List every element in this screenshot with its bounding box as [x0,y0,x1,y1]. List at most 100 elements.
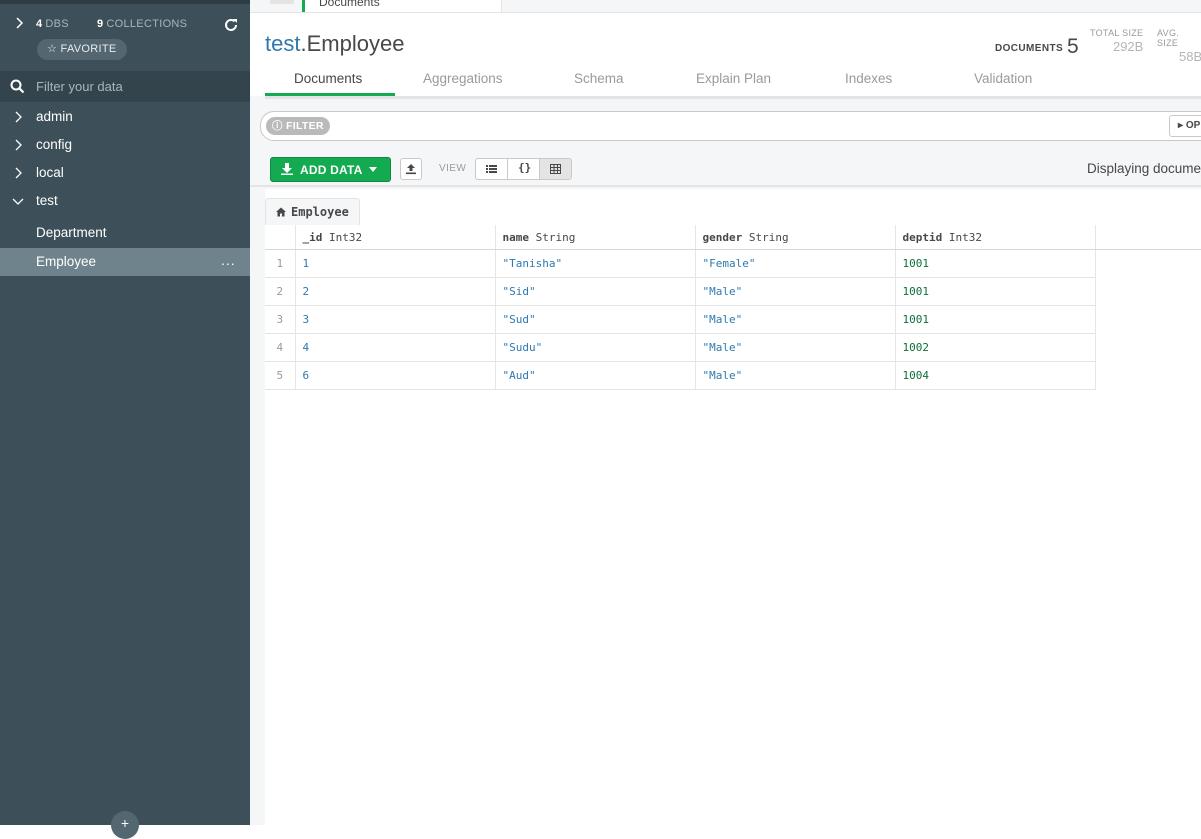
collection-label: Department [36,225,107,240]
cell-_id[interactable]: 6 [295,361,496,390]
cell-_id[interactable]: 4 [295,333,496,362]
documents-label: DOCUMENTS [995,43,1064,54]
cell-name[interactable]: "Aud" [495,361,696,390]
total-size-label: TOTAL SIZE [1090,28,1144,38]
cell-_id[interactable]: 3 [295,305,496,334]
total-size-stat: TOTAL SIZE 292B [1090,28,1143,54]
tab-validation[interactable]: Validation [974,71,1032,86]
cell-deptid[interactable]: 1001 [895,277,1096,306]
filter-your-data-input[interactable] [36,76,236,97]
main-panel: Documents test.Employee DOCUMENTS 5 TOTAL… [250,0,1201,825]
cell-gender[interactable]: "Female" [695,249,896,278]
workspace-tabstrip: Documents [250,0,1201,13]
collection-title: test.Employee [265,31,404,57]
export-collection-button[interactable] [400,158,422,180]
active-tab-indicator [265,93,395,96]
sidebar-top-divider [0,0,250,4]
options-label: OP [1185,120,1201,131]
column-name: name [502,230,530,244]
refresh-icon[interactable] [223,17,239,33]
cell-deptid[interactable]: 1001 [895,249,1096,278]
sidebar-filter [0,71,250,102]
filter-input[interactable] [331,116,1155,138]
caret-down-icon [369,167,377,172]
options-button[interactable]: ▸ OP [1169,115,1201,137]
tab-indexes[interactable]: Indexes [845,71,892,86]
column-type: String [748,230,789,244]
table-row[interactable]: 3 3 "Sud" "Male" 1001 [265,305,1096,334]
chevron-right-icon[interactable] [12,16,26,30]
cell-name[interactable]: "Sudu" [495,333,696,362]
sidebar-item-department[interactable]: Department [0,219,250,247]
table-row[interactable]: 4 4 "Sudu" "Male" 1002 [265,333,1096,362]
home-icon [276,207,286,217]
column-header-_id[interactable]: _id Int32 [295,225,496,250]
add-data-button[interactable]: ADD DATA [270,157,391,182]
column-type: Int32 [329,230,363,244]
table-row[interactable]: 1 1 "Tanisha" "Female" 1001 [265,249,1096,278]
cell-deptid[interactable]: 1001 [895,305,1096,334]
row-number-header [265,225,296,250]
sidebar-item-admin[interactable]: admin [0,103,250,131]
cell-deptid[interactable]: 1004 [895,361,1096,390]
cell-name[interactable]: "Tanisha" [495,249,696,278]
total-size-value: 292B [1112,39,1144,54]
tab-explain-plan[interactable]: Explain Plan [696,71,771,86]
column-type: Int32 [948,230,982,244]
cell-gender[interactable]: "Male" [695,361,896,390]
more-options-button[interactable]: ... [221,252,236,268]
cell-_id[interactable]: 2 [295,277,496,306]
sidebar-item-test[interactable]: test [0,187,250,215]
collections-label: COLLECTIONS [106,18,188,30]
sidebar-item-config[interactable]: config [0,131,250,159]
documents-toolbar: ADD DATA VIEW {} Displaying docume [250,151,1201,187]
table-row[interactable]: 2 2 "Sid" "Male" 1001 [265,277,1096,306]
documents-stat: DOCUMENTS 5 [995,33,1079,58]
tab-aggregations[interactable]: Aggregations [423,71,503,86]
cell-gender[interactable]: "Male" [695,333,896,362]
list-view-button[interactable] [475,158,508,180]
cell-deptid[interactable]: 1002 [895,333,1096,362]
chevron-right-icon [15,111,22,123]
database-label: config [36,137,73,152]
table-row[interactable]: 5 6 "Aud" "Male" 1004 [265,361,1096,390]
column-name: _id [302,230,323,244]
column-header-name[interactable]: name String [495,225,696,250]
dbs-count: 4 [36,18,43,30]
create-database-button[interactable]: + [111,811,139,839]
tab-schema[interactable]: Schema [574,71,624,86]
row-number: 4 [265,333,296,362]
grid-header-row: _id Int32 name String gender String dept… [265,225,1096,250]
collection-name: Employee [306,31,405,56]
cell-gender[interactable]: "Male" [695,277,896,306]
documents-grid: _id Int32 name String gender String dept… [265,225,1096,390]
info-icon: ⓘ [272,120,283,132]
add-data-label: ADD DATA [300,163,363,177]
sidebar-item-local[interactable]: local [0,159,250,187]
cell-name[interactable]: "Sid" [495,277,696,306]
row-number: 5 [265,361,296,390]
column-header-gender[interactable]: gender String [695,225,896,250]
collection-label: Employee [36,254,97,269]
row-number: 3 [265,305,296,334]
filter-pill: ⓘ FILTER [266,117,330,135]
collections-count: 9 [96,18,104,30]
table-view-button[interactable] [539,158,572,180]
tab-documents[interactable]: Documents [294,71,362,86]
database-name[interactable]: test [265,31,300,56]
json-view-button[interactable]: {} [507,158,540,180]
new-tab-button[interactable] [270,0,294,4]
sidebar-item-employee[interactable]: Employee ... [0,248,250,276]
workspace-tab-documents[interactable]: Documents [302,0,502,12]
namespace-breadcrumb[interactable]: Employee [265,198,360,225]
column-name: gender [702,230,743,244]
documents-value: 5 [1067,35,1079,58]
cell-gender[interactable]: "Male" [695,305,896,334]
cell-_id[interactable]: 1 [295,249,496,278]
displaying-documents-text: Displaying documents [1087,161,1201,176]
sidebar-header: 4 DBS 9 COLLECTIONS ☆ FAVORITE [0,0,250,70]
favorite-button[interactable]: ☆ FAVORITE [37,39,127,60]
column-header-deptid[interactable]: deptid Int32 [895,225,1096,250]
avg-size-value: 58B [1179,49,1201,64]
cell-name[interactable]: "Sud" [495,305,696,334]
